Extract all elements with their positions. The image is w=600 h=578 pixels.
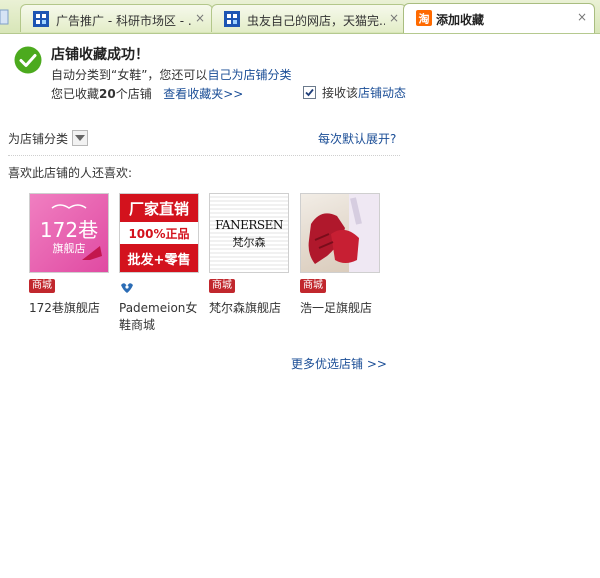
shoe-photo-icon [308, 194, 379, 272]
close-icon[interactable]: × [389, 11, 399, 25]
success-check-icon [14, 46, 42, 74]
auto-category-line: 自动分类到“女鞋”，您还可以自己为店铺分类 [51, 66, 291, 83]
site-favicon-icon [224, 11, 240, 27]
store-card[interactable]: 商城 浩一足旗舰店 [300, 193, 380, 315]
tab-strip: 广告推广 - 科研市场区 - ... × 虫友自己的网店，天猫完... × 淘 … [0, 0, 600, 34]
tab-tmall-store[interactable]: 虫友自己的网店，天猫完... × [211, 4, 407, 32]
store-name[interactable]: 172巷旗舰店 [29, 300, 113, 317]
close-icon[interactable]: × [195, 11, 205, 25]
site-favicon-icon [33, 11, 49, 27]
store-name[interactable]: 浩一足旗舰店 [300, 300, 384, 317]
store-card[interactable]: 172巷 旗舰店 商城 172巷旗舰店 [29, 193, 109, 315]
chevron-down-icon[interactable] [72, 130, 89, 146]
subscribe-label: 接收该 [322, 86, 359, 100]
category-selector[interactable]: 为店铺分类 [8, 130, 89, 147]
tab-label: 添加收藏 [436, 13, 485, 27]
store-thumbnail[interactable] [300, 193, 380, 273]
mall-badge: 商城 [209, 279, 235, 293]
category-label: 为店铺分类 [8, 132, 69, 146]
auto-category-text: 自动分类到“女鞋”，您还可以 [51, 68, 208, 82]
tab-strip-edge [0, 4, 16, 32]
store-name[interactable]: 梵尔森旗舰店 [209, 300, 293, 317]
store-thumbnail[interactable]: FANERSEN 梵尔森 [209, 193, 289, 273]
subscribe-checkbox[interactable] [303, 86, 316, 99]
store-thumb-subtitle: 旗舰店 [52, 242, 86, 255]
close-icon[interactable]: × [577, 10, 587, 24]
mall-badge: 商城 [300, 279, 326, 293]
store-thumb-line: 100%正品 [128, 227, 190, 241]
tab-ad-promotion[interactable]: 广告推广 - 科研市场区 - ... × [20, 4, 213, 32]
store-thumb-line: 厂家直销 [128, 200, 189, 218]
favorite-count-line: 您已收藏20个店铺 查看收藏夹>> [51, 85, 243, 102]
more-stores-link[interactable]: 更多优选店铺 >> [291, 355, 387, 372]
svg-text:淘: 淘 [419, 12, 430, 26]
subscribe-option[interactable]: 接收该店铺动态 [303, 84, 406, 101]
view-favorites-link[interactable]: 查看收藏夹>> [163, 87, 243, 101]
store-thumb-title: 172巷 [39, 218, 99, 242]
store-updates-link[interactable]: 店铺动态 [358, 86, 406, 100]
count-suffix: 个店铺 [115, 87, 152, 101]
default-expand-link[interactable]: 每次默认展开? [318, 130, 396, 147]
store-card[interactable]: FANERSEN 梵尔森 商城 梵尔森旗舰店 [209, 193, 289, 315]
store-thumbnail[interactable]: 厂家直销 100%正品 批发+零售 [119, 193, 199, 273]
mall-badge: 商城 [29, 279, 55, 293]
tab-label: 广告推广 - 科研市场区 - ... [56, 14, 191, 28]
store-card[interactable]: 厂家直销 100%正品 批发+零售 Pademeion女鞋商城 [119, 193, 199, 332]
store-thumb-subtitle: 梵尔森 [232, 236, 266, 249]
bird-icon [119, 279, 135, 295]
store-name[interactable]: Pademeion女鞋商城 [119, 300, 203, 334]
success-title: 店铺收藏成功！ [51, 47, 149, 63]
divider [8, 155, 400, 156]
taobao-icon: 淘 [416, 10, 432, 26]
store-thumb-title: FANERSEN [215, 218, 283, 232]
tab-add-favorite[interactable]: 淘 添加收藏 × [403, 3, 595, 33]
tab-label: 虫友自己的网店，天猫完... [247, 14, 385, 28]
custom-category-link[interactable]: 自己为店铺分类 [207, 68, 291, 82]
recommend-heading: 喜欢此店铺的人还喜欢: [8, 166, 133, 180]
count-prefix: 您已收藏 [51, 87, 100, 101]
store-thumbnail[interactable]: 172巷 旗舰店 [29, 193, 109, 273]
favorite-count: 20 [99, 87, 116, 101]
store-thumb-line: 批发+零售 [127, 253, 191, 268]
